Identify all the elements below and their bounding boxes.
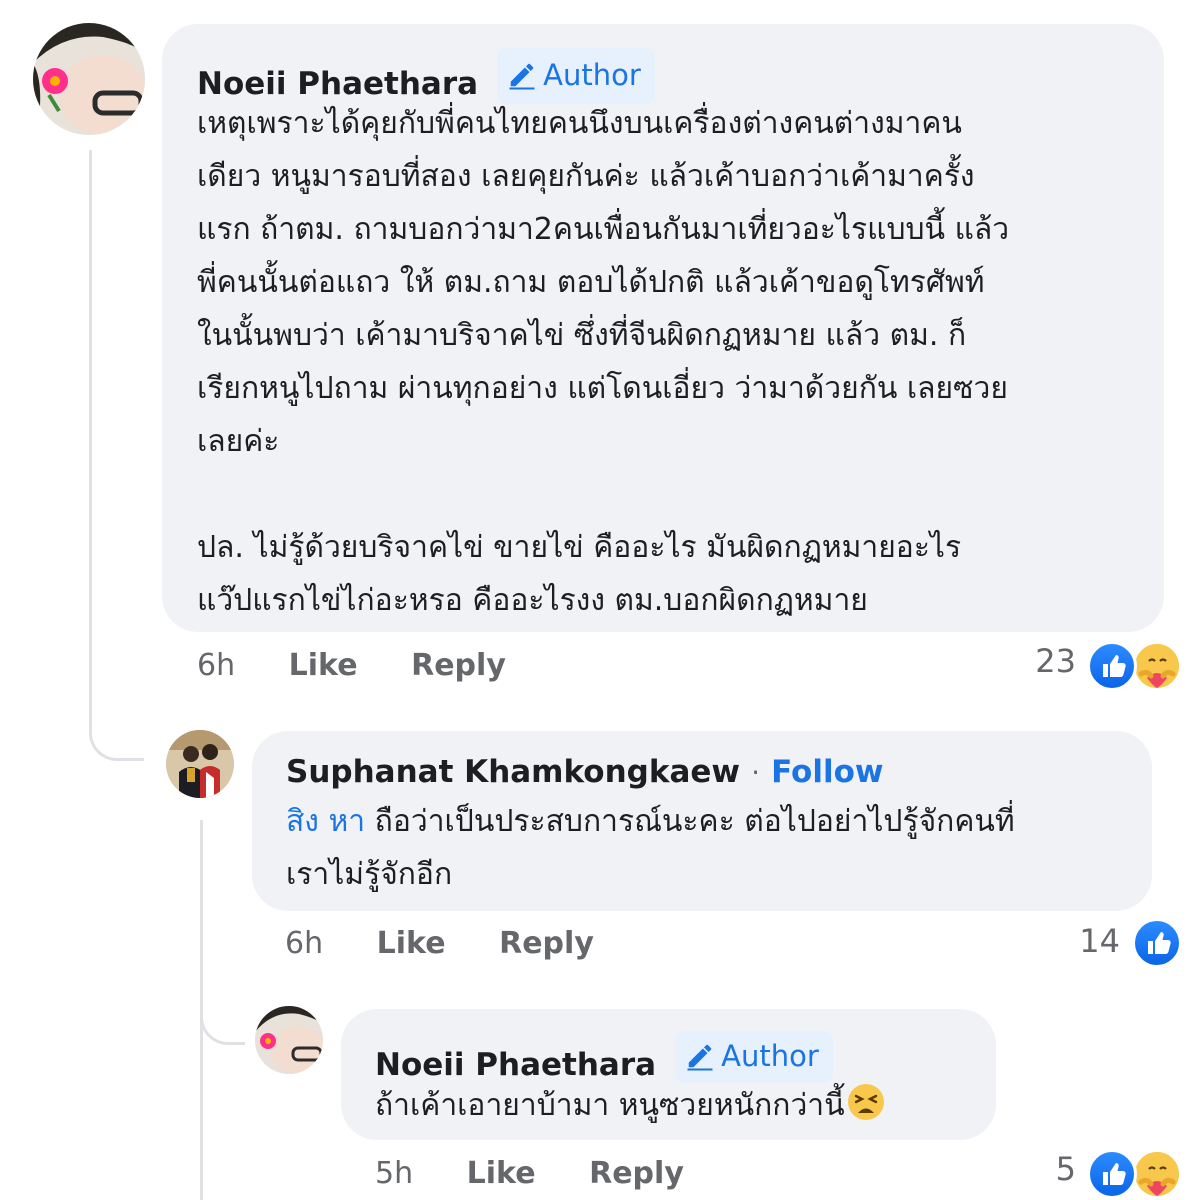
care-icon[interactable] <box>1132 1149 1182 1199</box>
like-icon[interactable] <box>1087 1149 1137 1199</box>
mention-link[interactable]: สิง หา <box>286 804 365 839</box>
reply-button[interactable]: Reply <box>589 1156 684 1191</box>
reply-bubble: Suphanat Khamkongkaew · Follow สิง หา ถื… <box>252 731 1152 911</box>
comment-text: เหตุเพราะได้คุยกับพี่คนไทยคนนึงบนเครื่อง… <box>197 106 1010 618</box>
reply-button[interactable]: Reply <box>499 926 594 961</box>
like-button[interactable]: Like <box>467 1156 536 1191</box>
avatar[interactable] <box>33 23 145 135</box>
comment-timestamp[interactable]: 6h <box>197 648 235 683</box>
like-icon[interactable] <box>1087 641 1137 691</box>
avatar[interactable] <box>166 730 234 798</box>
pencil-icon <box>687 1044 713 1071</box>
nested-reply-bubble: Noeii Phaethara Author ถ้าเค้าเอายาบ้ามา… <box>341 1009 996 1140</box>
author-badge: Author <box>675 1031 833 1083</box>
avatar[interactable] <box>255 1006 323 1074</box>
separator-dot: · <box>751 756 761 789</box>
reply-timestamp[interactable]: 6h <box>285 926 323 961</box>
reaction-count[interactable]: 5 <box>1040 1150 1076 1188</box>
reaction-count[interactable]: 14 <box>1050 922 1120 960</box>
like-icon[interactable] <box>1132 918 1182 968</box>
comment-actions: 6h Like Reply <box>197 648 506 683</box>
reply-author[interactable]: Noeii Phaethara <box>375 1047 656 1083</box>
reply-text: ถ้าเค้าเอายาบ้ามา หนูซวยหนักกว่านี้ <box>375 1079 962 1138</box>
weary-face-emoji <box>847 1083 885 1138</box>
reply-actions: 5h Like Reply <box>375 1156 684 1191</box>
comment-bubble: Noeii Phaethara Author เหตุเพราะได้คุยกั… <box>162 24 1164 632</box>
follow-button[interactable]: Follow <box>771 754 883 790</box>
reply-timestamp[interactable]: 5h <box>375 1156 413 1191</box>
reply-text: สิง หา ถือว่าเป็นประสบการณ์นะคะ ต่อไปอย่… <box>286 795 1118 901</box>
thread-connector-main <box>89 150 144 761</box>
reply-button[interactable]: Reply <box>411 648 506 683</box>
reply-actions: 6h Like Reply <box>285 926 594 961</box>
reply-author[interactable]: Suphanat Khamkongkaew <box>286 754 740 790</box>
author-badge-label: Author <box>543 58 641 92</box>
pencil-icon <box>509 63 535 90</box>
care-icon[interactable] <box>1132 641 1182 691</box>
reply-text-body: ถ้าเค้าเอายาบ้ามา หนูซวยหนักกว่านี้ <box>375 1088 845 1123</box>
author-badge-label: Author <box>721 1039 819 1073</box>
reply-text-body: ถือว่าเป็นประสบการณ์นะคะ ต่อไปอย่าไปรู้จ… <box>286 804 1015 892</box>
thread-connector-nested <box>200 1000 245 1045</box>
author-badge: Author <box>497 48 655 104</box>
like-button[interactable]: Like <box>289 648 358 683</box>
like-button[interactable]: Like <box>377 926 446 961</box>
reaction-count[interactable]: 23 <box>1010 642 1076 680</box>
